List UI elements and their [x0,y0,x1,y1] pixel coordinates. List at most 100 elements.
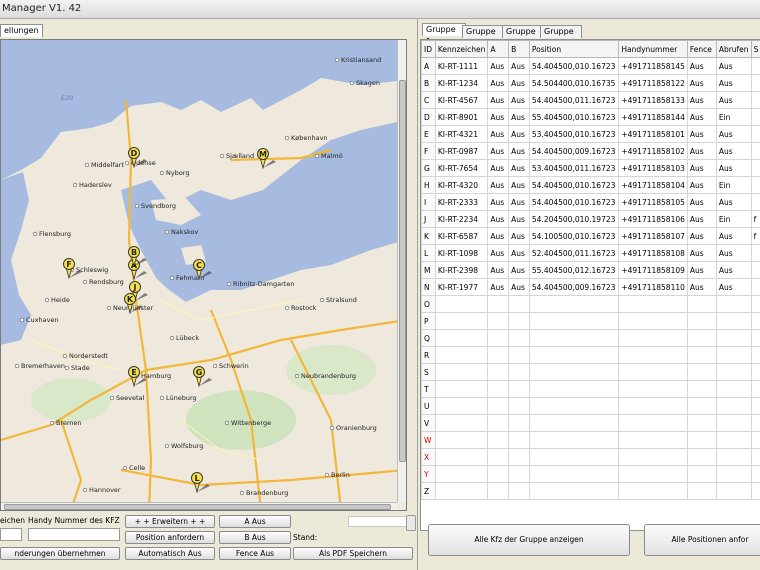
table-cell[interactable]: Aus [508,193,530,211]
table-row[interactable]: B KI-RT-1234 Aus Aus 54.504400,010.16735 +491… [421,74,760,92]
map-vertical-scrollbar[interactable] [397,40,406,502]
table-cell[interactable] [434,414,489,432]
table-row[interactable]: O [421,295,760,313]
table-cell[interactable] [487,448,510,466]
table-cell[interactable]: +491711858101 [618,125,688,143]
table-row[interactable]: M KI-RT-2398 Aus Aus 55.404500,012.16723 +491… [421,261,760,279]
table-cell[interactable] [528,431,620,449]
table-cell[interactable] [618,482,688,500]
table-cell[interactable]: Aus [686,193,717,211]
table-cell[interactable]: Aus [487,227,510,245]
table-cell[interactable]: N [421,278,436,296]
table-cell[interactable]: Y [421,465,436,483]
table-cell[interactable] [508,431,530,449]
table-row[interactable]: W [421,431,760,449]
table-cell[interactable]: J [421,210,436,228]
table-row[interactable]: U [421,397,760,415]
table-cell[interactable]: 55.404500,010.16723 [528,108,620,126]
table-cell[interactable] [618,312,688,330]
table-cell[interactable]: Aus [686,176,717,194]
column-header[interactable]: Abrufen [715,40,752,58]
table-cell[interactable]: Aus [508,210,530,228]
table-cell[interactable] [618,414,688,432]
table-cell[interactable]: U [421,397,436,415]
table-cell[interactable]: 55.404500,012.16723 [528,261,620,279]
table-cell[interactable] [508,397,530,415]
tab-gruppe-3[interactable]: Gruppe 3 [502,25,544,48]
table-cell[interactable]: Aus [686,244,717,262]
table-cell[interactable] [750,397,760,415]
table-cell[interactable] [750,329,760,347]
table-cell[interactable]: 54.404500,009.16723 [528,142,620,160]
table-cell[interactable]: W [421,431,436,449]
table-cell[interactable]: S [421,363,436,381]
table-cell[interactable] [487,329,510,347]
table-cell[interactable]: KI-RT-6587 [434,227,489,245]
table-cell[interactable] [686,363,717,381]
table-cell[interactable]: Aus [487,159,510,177]
tab-settings[interactable]: ellungen [0,24,43,37]
table-cell[interactable] [528,346,620,364]
table-cell[interactable] [618,329,688,347]
table-cell[interactable] [750,431,760,449]
table-cell[interactable] [618,397,688,415]
pdf-button[interactable]: Als PDF Speichern [293,547,413,560]
table-cell[interactable]: KI-RT-4321 [434,125,489,143]
table-cell[interactable]: KI-RT-0987 [434,142,489,160]
table-row[interactable]: P [421,312,760,330]
table-cell[interactable]: Aus [487,142,510,160]
table-cell[interactable]: G [421,159,436,177]
table-cell[interactable]: +491711858133 [618,91,688,109]
table-cell[interactable]: V [421,414,436,432]
table-cell[interactable] [750,57,760,75]
table-cell[interactable]: F [421,142,436,160]
table-cell[interactable]: f [750,227,760,245]
column-header[interactable]: Fence [686,40,717,58]
aenderungen-uebernehmen-button[interactable]: nderungen übernehmen [0,547,120,560]
table-cell[interactable] [686,380,717,398]
table-cell[interactable]: Aus [487,74,510,92]
table-cell[interactable]: +491711858109 [618,261,688,279]
table-cell[interactable]: 54.404500,009.16723 [528,278,620,296]
column-header[interactable]: Kennzeichen [434,40,489,58]
table-cell[interactable]: Aus [487,261,510,279]
tab-gruppe-2[interactable]: Gruppe 2 [462,25,506,48]
table-cell[interactable]: KI-RT-1977 [434,278,489,296]
table-cell[interactable]: Aus [508,142,530,160]
table-cell[interactable] [528,329,620,347]
table-cell[interactable] [750,312,760,330]
erweitern-button[interactable]: + + Erweitern + + [125,515,215,528]
table-cell[interactable]: Aus [686,142,717,160]
column-header[interactable]: Position [528,40,620,58]
table-cell[interactable] [528,397,620,415]
map-hscroll-thumb[interactable] [4,504,391,510]
table-cell[interactable]: Aus [508,278,530,296]
table-cell[interactable] [528,482,620,500]
table-cell[interactable]: Aus [508,91,530,109]
table-cell[interactable] [715,380,752,398]
table-cell[interactable]: Aus [487,108,510,126]
table-cell[interactable] [487,380,510,398]
table-cell[interactable]: 53.404500,010.16723 [528,125,620,143]
table-cell[interactable] [528,363,620,381]
table-cell[interactable]: Aus [715,227,752,245]
table-cell[interactable]: Aus [715,57,752,75]
table-cell[interactable] [487,482,510,500]
table-cell[interactable] [750,363,760,381]
table-cell[interactable]: Aus [686,278,717,296]
column-header[interactable]: ID [421,40,436,58]
table-cell[interactable] [618,380,688,398]
table-row[interactable]: Y [421,465,760,483]
table-cell[interactable]: Aus [487,91,510,109]
table-cell[interactable]: KI-RT-7654 [434,159,489,177]
table-cell[interactable]: +491711858105 [618,193,688,211]
table-cell[interactable] [715,397,752,415]
table-cell[interactable] [686,397,717,415]
table-row[interactable]: S [421,363,760,381]
table-cell[interactable] [750,91,760,109]
table-cell[interactable] [750,380,760,398]
column-header[interactable]: B [508,40,530,58]
tab-gruppe-4[interactable]: Gruppe 4 [540,25,582,48]
table-cell[interactable]: Aus [487,278,510,296]
map-vscroll-thumb[interactable] [399,80,406,462]
